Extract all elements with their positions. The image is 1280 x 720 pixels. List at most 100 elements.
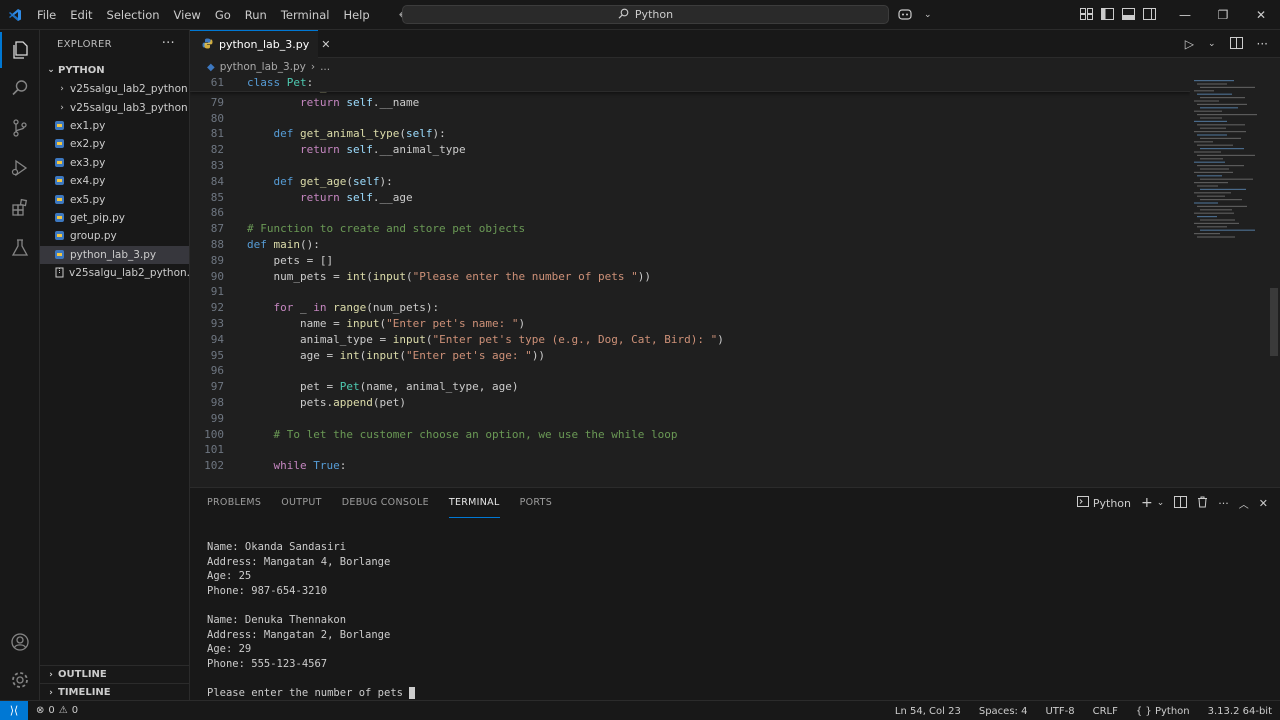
terminal-dropdown-icon[interactable]: ⌄ [1157, 498, 1165, 508]
code-line[interactable]: 84 def get_age(self): [190, 174, 1190, 190]
code-line[interactable]: 81 def get_animal_type(self): [190, 126, 1190, 142]
timeline-section[interactable]: › TIMELINE [40, 683, 189, 700]
explorer-item[interactable]: ex4.py [40, 172, 189, 190]
code-line[interactable]: 88 def main(): [190, 237, 1190, 253]
language-mode[interactable]: { } Python [1136, 706, 1190, 717]
scrollbar-thumb[interactable] [1270, 288, 1278, 356]
menu-item-go[interactable]: Go [208, 0, 238, 30]
testing-icon[interactable] [0, 230, 40, 266]
code-line[interactable]: 94 animal_type = input("Enter pet's type… [190, 332, 1190, 348]
close-window-icon[interactable]: ✕ [1242, 0, 1280, 30]
split-editor-icon[interactable] [1229, 36, 1243, 52]
extensions-icon[interactable] [0, 190, 40, 226]
code-line[interactable]: 82 return self.__animal_type [190, 142, 1190, 158]
tab-terminal[interactable]: TERMINAL [448, 488, 500, 518]
explorer-item[interactable]: › v25salgu_lab3_python [40, 98, 189, 116]
code-line[interactable]: 92 for _ in range(num_pets): [190, 300, 1190, 316]
minimize-icon[interactable]: — [1166, 0, 1204, 30]
explorer-item[interactable]: python_lab_3.py [40, 245, 189, 264]
workspace-folder[interactable]: ⌄ PYTHON [40, 60, 189, 80]
explorer-item[interactable]: › v25salgu_lab2_python [40, 80, 189, 98]
menu-item-selection[interactable]: Selection [100, 0, 167, 30]
encoding[interactable]: UTF-8 [1045, 706, 1074, 717]
code-line[interactable]: 83 [190, 158, 1190, 174]
shell-label[interactable]: Python [1093, 497, 1131, 510]
python-interpreter[interactable]: 3.13.2 64-bit [1208, 706, 1272, 717]
run-dropdown-icon[interactable]: ⌄ [1208, 39, 1216, 49]
tab-problems[interactable]: PROBLEMS [207, 488, 261, 518]
tab-output[interactable]: OUTPUT [281, 488, 322, 518]
code-line[interactable]: 98 pets.append(pet) [190, 395, 1190, 411]
explorer-item[interactable]: group.py [40, 227, 189, 245]
code-line[interactable]: 91 [190, 284, 1190, 300]
copilot-dropdown-icon[interactable]: ⌄ [924, 10, 932, 20]
menu-item-terminal[interactable]: Terminal [274, 0, 337, 30]
more-actions-icon[interactable]: ··· [162, 36, 175, 51]
breadcrumb-file[interactable]: python_lab_3.py [220, 61, 306, 73]
terminal-output[interactable]: Name: Okanda Sandasiri Address: Mangatan … [207, 540, 416, 701]
code-line[interactable]: 96 [190, 363, 1190, 379]
breadcrumb-more[interactable]: ... [320, 61, 330, 73]
tab-ports[interactable]: PORTS [520, 488, 552, 518]
code-line[interactable]: 85 return self.__age [190, 190, 1190, 206]
sticky-scroll-line[interactable]: 61 class Pet: [190, 76, 1190, 92]
code-line[interactable]: 97 pet = Pet(name, animal_type, age) [190, 379, 1190, 395]
command-center[interactable]: Python [402, 5, 889, 24]
source-control-icon[interactable] [0, 110, 40, 146]
menu-item-view[interactable]: View [167, 0, 208, 30]
menu-item-file[interactable]: File [30, 0, 63, 30]
toggle-panel-icon[interactable] [1122, 7, 1135, 23]
run-python-file-icon[interactable]: ▷ [1185, 37, 1194, 51]
restore-icon[interactable]: ❐ [1204, 0, 1242, 30]
code-editor[interactable]: 61 class Pet: 78 def get_name(self):79 r… [190, 76, 1190, 487]
copilot-icon[interactable] [898, 8, 914, 23]
explorer-item[interactable]: get_pip.py [40, 209, 189, 227]
code-line[interactable]: 101 [190, 442, 1190, 458]
close-panel-icon[interactable]: ✕ [1259, 497, 1268, 510]
code-line[interactable]: 93 name = input("Enter pet's name: ") [190, 316, 1190, 332]
split-terminal-icon[interactable] [1174, 495, 1188, 511]
maximize-panel-icon[interactable]: ︿ [1239, 496, 1249, 511]
more-panel-actions-icon[interactable]: ··· [1218, 497, 1229, 510]
customize-layout-icon[interactable] [1080, 7, 1093, 23]
code-line[interactable]: 87 # Function to create and store pet obj… [190, 221, 1190, 237]
menu-item-run[interactable]: Run [238, 0, 274, 30]
more-editor-actions-icon[interactable]: ··· [1257, 37, 1268, 51]
cursor-position[interactable]: Ln 54, Col 23 [895, 706, 961, 717]
code-line[interactable]: 86 [190, 205, 1190, 221]
tab-debug-console[interactable]: DEBUG CONSOLE [342, 488, 429, 518]
outline-section[interactable]: › OUTLINE [40, 665, 189, 683]
code-line[interactable]: 80 [190, 111, 1190, 127]
code-line[interactable]: 99 [190, 411, 1190, 427]
code-line[interactable]: 90 num_pets = int(input("Please enter th… [190, 269, 1190, 285]
line-endings[interactable]: CRLF [1093, 706, 1118, 717]
remote-indicator-icon[interactable]: ⟩⟨ [0, 700, 28, 720]
explorer-item[interactable]: ex2.py [40, 135, 189, 153]
tab-python-lab-3[interactable]: python_lab_3.py ✕ [190, 30, 330, 58]
code-line[interactable]: 79 return self.__name [190, 95, 1190, 111]
problems-indicator[interactable]: ⊗ 0 ⚠ 0 [36, 705, 78, 716]
search-view-icon[interactable] [0, 70, 40, 106]
explorer-item[interactable]: ex3.py [40, 154, 189, 172]
explorer-item[interactable]: ex5.py [40, 190, 189, 208]
toggle-secondary-sidebar-icon[interactable] [1143, 7, 1156, 23]
editor-scrollbar[interactable] [1268, 76, 1280, 487]
indentation[interactable]: Spaces: 4 [979, 706, 1028, 717]
menu-item-edit[interactable]: Edit [63, 0, 99, 30]
code-line[interactable]: 89 pets = [] [190, 253, 1190, 269]
run-debug-icon[interactable] [0, 150, 40, 186]
code-line[interactable]: 95 age = int(input("Enter pet's age: ")) [190, 348, 1190, 364]
toggle-primary-sidebar-icon[interactable] [1101, 7, 1114, 23]
accounts-icon[interactable] [0, 624, 40, 660]
explorer-item[interactable]: v25salgu_lab2_python.rar [40, 264, 189, 282]
explorer-item[interactable]: ex1.py [40, 117, 189, 135]
minimap[interactable] [1190, 76, 1268, 487]
manage-gear-icon[interactable] [0, 662, 40, 698]
explorer-icon[interactable] [0, 32, 40, 68]
menu-item-help[interactable]: Help [336, 0, 376, 30]
close-tab-icon[interactable]: ✕ [321, 38, 330, 51]
new-terminal-icon[interactable]: + [1141, 495, 1153, 511]
kill-terminal-icon[interactable] [1197, 496, 1208, 511]
code-line[interactable]: 100 # To let the customer choose an opti… [190, 427, 1190, 443]
code-line[interactable]: 102 while True: [190, 458, 1190, 474]
